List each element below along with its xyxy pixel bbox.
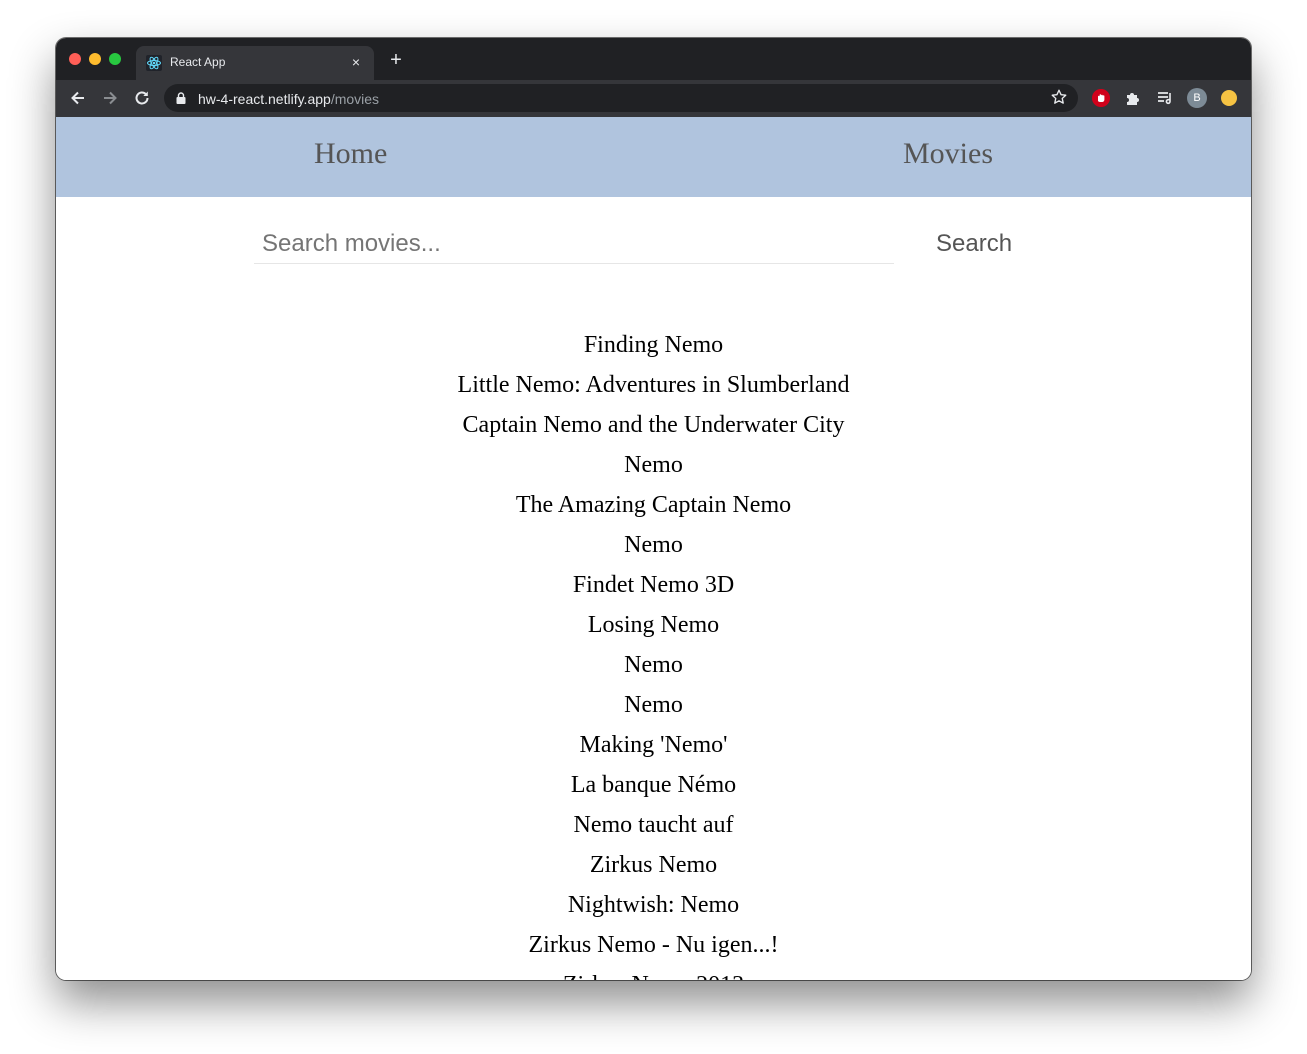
window-close-button[interactable] <box>69 53 81 65</box>
browser-toolbar: hw-4-react.netlify.app/movies B <box>56 80 1251 117</box>
forward-arrow-icon[interactable] <box>100 88 120 108</box>
movie-result-item: Nemo <box>624 692 683 718</box>
movie-result-item: La banque Némo <box>570 772 737 798</box>
movie-result-item: Nemo taucht auf <box>573 812 734 838</box>
movie-result-item: Making 'Nemo' <box>579 732 728 758</box>
url-text: hw-4-react.netlify.app/movies <box>198 91 379 107</box>
movie-result-item: Zirkus Nemo 2013 <box>56 968 1251 980</box>
movie-result-item: Finding Nemo <box>583 332 724 358</box>
nav-movies-link[interactable]: Movies <box>903 137 993 171</box>
page-content: Home Movies Search Finding Nemo Little Ne… <box>56 117 1251 980</box>
movie-result-item: Captain Nemo and the Underwater City <box>462 412 845 438</box>
search-input[interactable] <box>254 224 894 264</box>
window-minimize-button[interactable] <box>89 53 101 65</box>
search-button[interactable]: Search <box>924 230 1024 258</box>
new-tab-button[interactable]: + <box>386 50 406 70</box>
movie-result-item: Findet Nemo 3D <box>572 572 735 598</box>
tab-title: React App <box>170 55 226 69</box>
browser-tab-active[interactable]: React App × <box>136 46 374 80</box>
reload-icon[interactable] <box>132 88 152 108</box>
extension-stop-icon[interactable] <box>1092 89 1110 107</box>
movie-result-item: Zirkus Nemo - Nu igen...! <box>528 932 779 958</box>
tab-strip: React App × + <box>56 38 1251 80</box>
window-maximize-button[interactable] <box>109 53 121 65</box>
react-icon <box>146 55 162 71</box>
movie-result-item: The Amazing Captain Nemo <box>515 492 792 518</box>
media-queue-icon[interactable] <box>1156 89 1174 107</box>
extensions-puzzle-icon[interactable] <box>1124 89 1142 107</box>
address-bar[interactable]: hw-4-react.netlify.app/movies <box>164 84 1078 112</box>
lock-icon <box>176 92 186 104</box>
tab-close-icon[interactable]: × <box>348 54 364 70</box>
browser-window: React App × + hw-4-react.netlify.app/mov… <box>56 38 1251 980</box>
movie-result-item: Nemo <box>624 452 683 478</box>
movie-result-item: Nightwish: Nemo <box>567 892 740 918</box>
movie-result-item: Nemo <box>624 532 683 558</box>
top-navigation: Home Movies <box>56 117 1251 197</box>
movie-results-list: Finding Nemo Little Nemo: Adventures in S… <box>56 328 1251 980</box>
back-arrow-icon[interactable] <box>68 88 88 108</box>
movie-result-item: Nemo <box>624 652 683 678</box>
profile-avatar[interactable]: B <box>1187 88 1207 108</box>
movie-result-item: Losing Nemo <box>587 612 720 638</box>
extension-yellow-icon[interactable] <box>1221 90 1237 106</box>
bookmark-star-icon[interactable] <box>1050 88 1068 106</box>
movie-result-item: Little Nemo: Adventures in Slumberland <box>457 372 850 398</box>
url-path: /movies <box>330 91 380 107</box>
movie-result-item: Zirkus Nemo <box>589 852 718 878</box>
nav-home-link[interactable]: Home <box>314 137 387 171</box>
url-host: hw-4-react.netlify.app <box>198 91 331 107</box>
